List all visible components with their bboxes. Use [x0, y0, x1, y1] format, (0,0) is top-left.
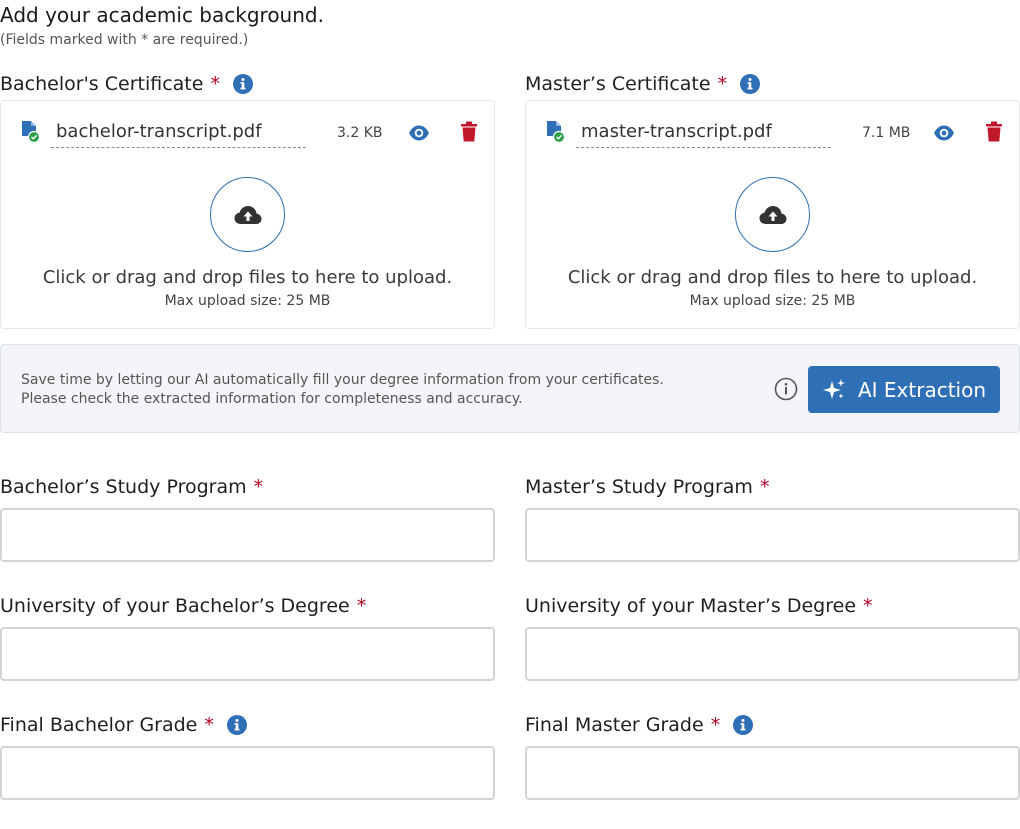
- ai-extraction-button-label: AI Extraction: [857, 377, 987, 402]
- required-asterisk: *: [863, 595, 873, 617]
- file-name[interactable]: bachelor-transcript.pdf: [51, 119, 306, 148]
- delete-trash-icon[interactable]: [985, 121, 1003, 143]
- master-grade-label-row: Final Master Grade *: [525, 713, 1020, 737]
- preview-eye-icon[interactable]: [933, 122, 955, 144]
- master-grade-label: Final Master Grade: [525, 714, 704, 736]
- bachelor-grade-input[interactable]: [0, 746, 495, 800]
- delete-trash-icon[interactable]: [460, 121, 478, 143]
- required-asterisk: *: [356, 595, 367, 617]
- required-asterisk: *: [204, 714, 214, 736]
- file-name[interactable]: master-transcript.pdf: [576, 119, 831, 148]
- master-program-label-row: Master’s Study Program *: [525, 475, 1020, 499]
- master-program-label: Master’s Study Program: [525, 476, 753, 498]
- upload-circle[interactable]: [735, 177, 810, 252]
- required-asterisk: *: [210, 73, 220, 95]
- ai-banner-line-2: Please check the extracted information f…: [21, 391, 523, 407]
- info-icon[interactable]: [226, 715, 247, 735]
- info-outline-icon[interactable]: [774, 377, 798, 401]
- pdf-file-check-icon: [22, 121, 40, 143]
- master-certificate-label: Master’s Certificate: [525, 73, 711, 95]
- info-icon[interactable]: [733, 715, 754, 735]
- file-drop-zone[interactable]: Click or drag and drop files to here to …: [526, 171, 1019, 321]
- file-drop-zone[interactable]: Click or drag and drop files to here to …: [1, 171, 494, 321]
- master-university-input[interactable]: [525, 627, 1020, 681]
- master-university-label: University of your Master’s Degree: [525, 595, 857, 617]
- file-size: 3.2 KB: [337, 125, 383, 141]
- upload-max-size: Max upload size: 25 MB: [689, 293, 856, 309]
- bachelor-grade-label: Final Bachelor Grade: [0, 714, 198, 736]
- bachelor-university-label: University of your Bachelor’s Degree: [0, 595, 350, 617]
- cloud-upload-icon: [234, 205, 261, 224]
- bachelor-program-input[interactable]: [0, 508, 495, 562]
- bachelor-certificate-label-row: Bachelor's Certificate *: [0, 72, 495, 96]
- required-asterisk: *: [717, 73, 728, 95]
- upload-max-size: Max upload size: 25 MB: [164, 293, 331, 309]
- bachelor-program-label: Bachelor’s Study Program: [0, 476, 247, 498]
- master-program-input[interactable]: [525, 508, 1020, 562]
- file-size: 7.1 MB: [862, 125, 911, 141]
- bachelor-university-input[interactable]: [0, 627, 495, 681]
- bachelor-certificate-upload-card: bachelor-transcript.pdf 3.2 KB Click or …: [0, 100, 495, 329]
- page-title: Add your academic background.: [0, 3, 324, 27]
- required-fields-note: (Fields marked with * are required.): [0, 32, 249, 48]
- required-asterisk: *: [710, 714, 721, 736]
- bachelor-university-label-row: University of your Bachelor’s Degree *: [0, 594, 495, 618]
- upload-instruction: Click or drag and drop files to here to …: [42, 267, 453, 288]
- bachelor-certificate-label: Bachelor's Certificate: [0, 73, 204, 95]
- cloud-upload-icon: [759, 205, 786, 224]
- ai-banner-text: Save time by letting our AI automaticall…: [21, 371, 664, 409]
- master-certificate-label-row: Master’s Certificate *: [525, 72, 1020, 96]
- sparkles-icon: [822, 378, 845, 399]
- bachelor-program-label-row: Bachelor’s Study Program *: [0, 475, 495, 499]
- upload-circle[interactable]: [210, 177, 285, 252]
- pdf-file-check-icon: [547, 121, 565, 143]
- master-university-label-row: University of your Master’s Degree *: [525, 594, 1020, 618]
- info-icon[interactable]: [740, 74, 761, 94]
- upload-instruction: Click or drag and drop files to here to …: [567, 267, 978, 288]
- ai-banner-line-1: Save time by letting our AI automaticall…: [21, 372, 664, 388]
- bachelor-grade-label-row: Final Bachelor Grade *: [0, 713, 495, 737]
- required-asterisk: *: [759, 476, 770, 498]
- ai-extraction-button[interactable]: AI Extraction: [808, 366, 1000, 413]
- required-asterisk: *: [253, 476, 264, 498]
- preview-eye-icon[interactable]: [408, 122, 430, 144]
- info-icon[interactable]: [232, 74, 253, 94]
- master-grade-input[interactable]: [525, 746, 1020, 800]
- academic-background-form: Add your academic background. (Fields ma…: [0, 0, 1020, 829]
- master-certificate-upload-card: master-transcript.pdf 7.1 MB Click or dr…: [525, 100, 1020, 329]
- uploaded-file-row: master-transcript.pdf 7.1 MB: [526, 117, 1019, 151]
- ai-extraction-banner: Save time by letting our AI automaticall…: [0, 344, 1020, 433]
- uploaded-file-row: bachelor-transcript.pdf 3.2 KB: [1, 117, 494, 151]
